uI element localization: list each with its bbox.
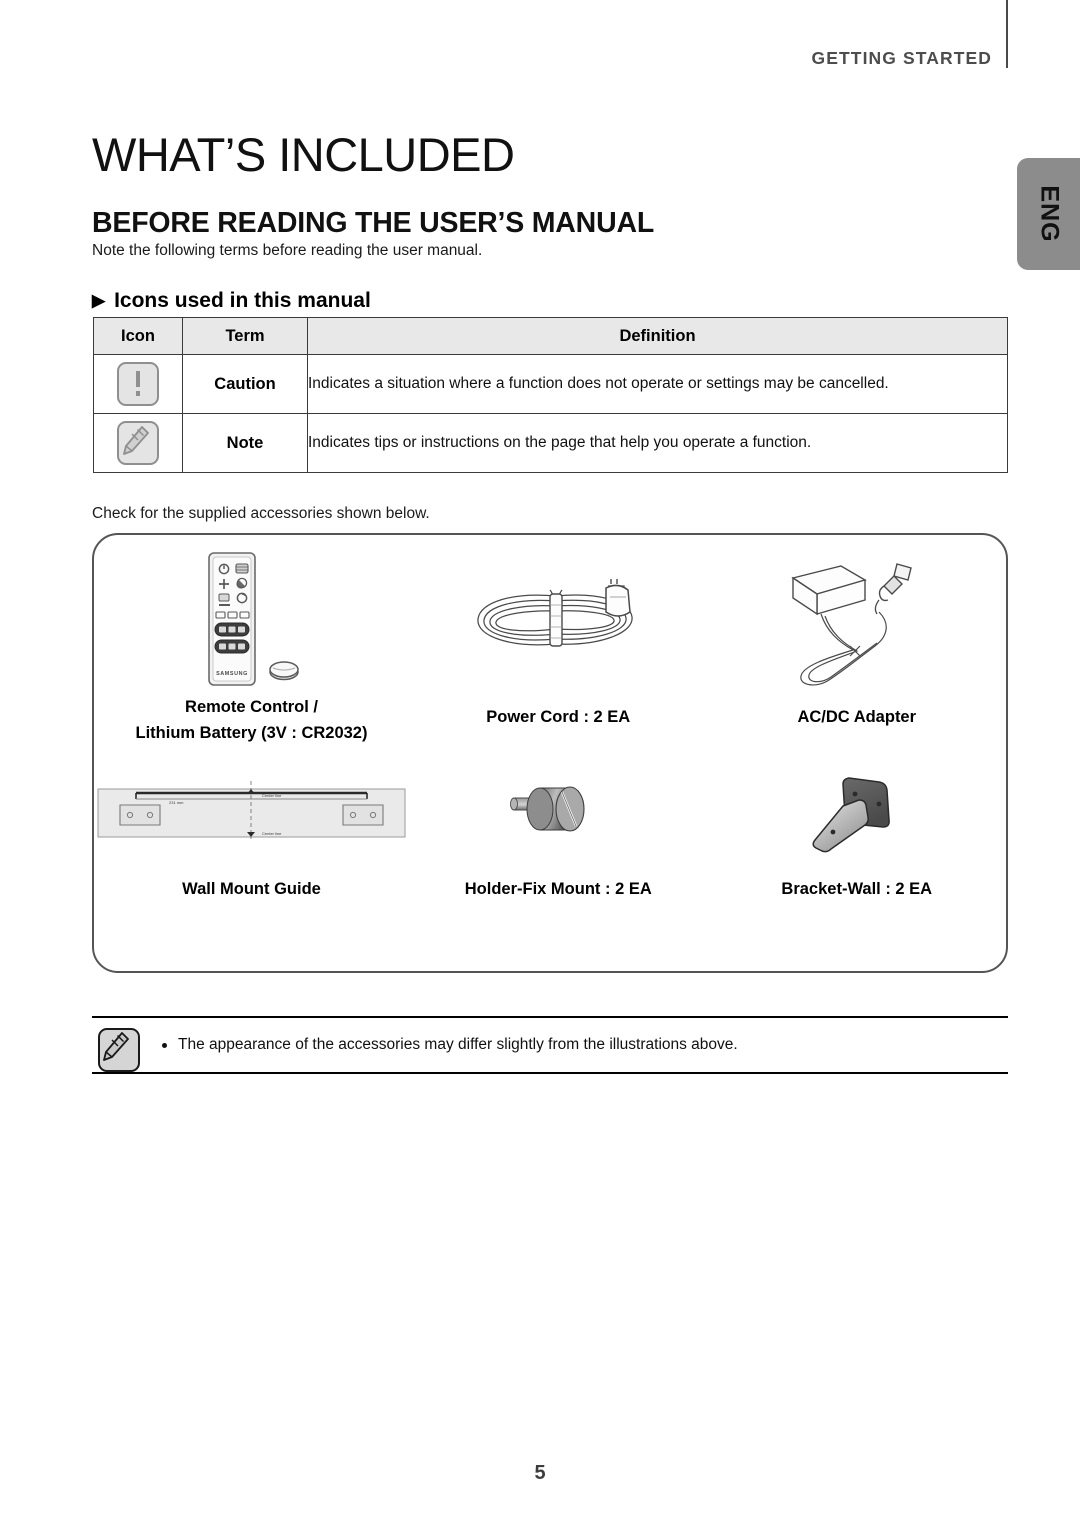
holder-fix-mount-illustration — [498, 767, 618, 863]
accessory-item-power-cord: Power Cord : 2 EA — [409, 535, 708, 753]
accessory-item-ac-dc-adapter: AC/DC Adapter — [708, 535, 1007, 753]
language-side-tab: ENG — [1017, 158, 1080, 270]
cell-term-note: Note — [182, 413, 308, 473]
caution-icon — [117, 362, 159, 406]
accessory-label-power-cord: Power Cord : 2 EA — [486, 708, 631, 726]
subsection-heading-label: Icons used in this manual — [114, 289, 371, 312]
cell-definition-caution: Indicates a situation where a function d… — [307, 354, 1008, 414]
footer-note-text: The appearance of the accessories may di… — [178, 1036, 738, 1053]
cell-definition-note: Indicates tips or instructions on the pa… — [307, 413, 1008, 473]
svg-text:Center line: Center line — [262, 793, 282, 798]
subsection-heading: ▶ Icons used in this manual — [92, 289, 371, 313]
svg-text:231 mm: 231 mm — [169, 800, 184, 805]
accessory-item-bracket-wall: Bracket-Wall : 2 EA — [708, 753, 1007, 971]
cell-term-caution: Caution — [182, 354, 308, 414]
power-cord-illustration — [458, 549, 658, 699]
triangle-bullet-icon: ▶ — [92, 290, 106, 310]
icons-legend-table: Icon Term Definition Caution Indicates a… — [93, 317, 1008, 473]
accessory-item-wall-mount-guide: Center line Center line 231 mm Wall Moun… — [94, 753, 409, 971]
table-header-row: Icon Term Definition — [93, 317, 1008, 355]
accessory-label-bracket-wall: Bracket-Wall : 2 EA — [781, 880, 933, 898]
accessory-label-wall-mount-guide: Wall Mount Guide — [182, 880, 321, 898]
note-icon — [98, 1028, 140, 1072]
bullet-dot-icon — [162, 1042, 167, 1048]
page-title: WHAT’S INCLUDED — [92, 128, 515, 182]
cell-icon-caution — [93, 354, 183, 414]
column-header-definition: Definition — [307, 317, 1008, 355]
accessory-item-remote-control: SAMSUNG Remote Control / Lithium Battery … — [94, 535, 409, 753]
accessories-intro-text: Check for the supplied accessories shown… — [92, 504, 430, 522]
footer-note-block: The appearance of the accessories may di… — [92, 1016, 1008, 1074]
table-row: Caution Indicates a situation where a fu… — [93, 354, 1008, 414]
running-head: GETTING STARTED — [811, 48, 992, 68]
svg-text:SAMSUNG: SAMSUNG — [216, 671, 248, 677]
note-icon — [117, 421, 159, 465]
footer-note-bullet: The appearance of the accessories may di… — [162, 1036, 738, 1054]
section-title: BEFORE READING THE USER’S MANUAL — [92, 206, 655, 239]
table-row: Note Indicates tips or instructions on t… — [93, 413, 1008, 473]
ac-dc-adapter-illustration — [767, 549, 947, 699]
accessory-item-holder-fix-mount: Holder-Fix Mount : 2 EA — [409, 753, 708, 971]
accessories-box: SAMSUNG Remote Control / Lithium Battery … — [92, 533, 1008, 973]
column-header-icon: Icon — [93, 317, 183, 355]
accessory-label-remote-control: Remote Control / Lithium Battery (3V : CR… — [135, 698, 368, 742]
accessory-label-holder-fix-mount: Holder-Fix Mount : 2 EA — [464, 880, 652, 898]
accessory-label-ac-dc-adapter: AC/DC Adapter — [797, 708, 917, 726]
header-vertical-rule — [1006, 0, 1008, 68]
svg-text:Center line: Center line — [262, 831, 282, 836]
remote-control-illustration: SAMSUNG — [157, 549, 347, 689]
wall-mount-guide-illustration: Center line Center line 231 mm — [94, 767, 409, 863]
language-side-tab-label: ENG — [1035, 185, 1063, 243]
page-number: 5 — [534, 1462, 546, 1484]
bracket-wall-illustration — [797, 767, 917, 863]
cell-icon-note — [93, 413, 183, 473]
column-header-term: Term — [182, 317, 308, 355]
section-intro-text: Note the following terms before reading … — [92, 241, 483, 259]
